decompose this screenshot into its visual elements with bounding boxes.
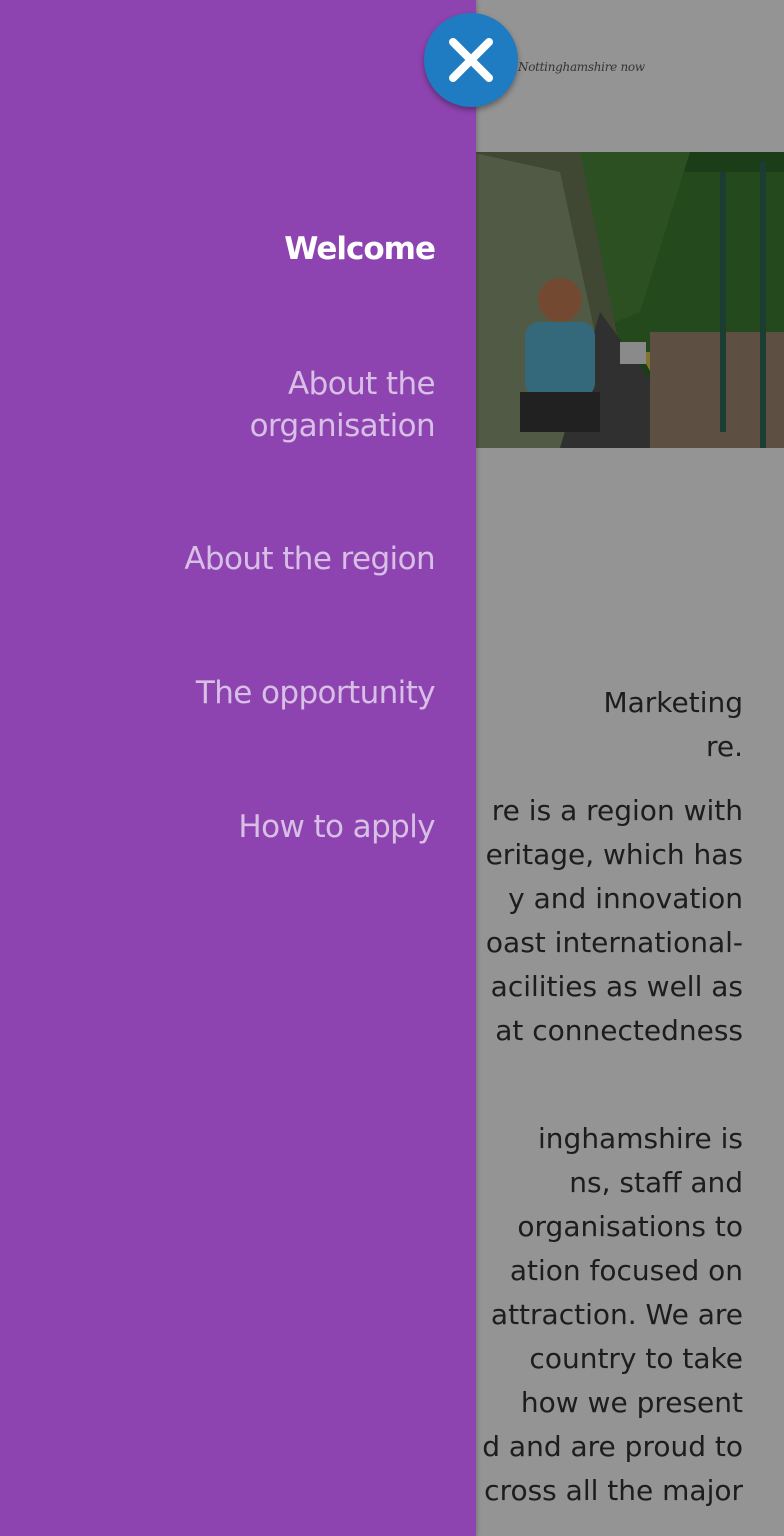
close-menu-button[interactable] (424, 13, 518, 107)
nav-item-opportunity[interactable]: The opportunity (35, 672, 436, 714)
nav-item-about-region[interactable]: About the region (35, 538, 435, 580)
nav-item-how-to-apply[interactable]: How to apply (35, 806, 435, 848)
side-menu: Welcome About the organisation About the… (0, 0, 476, 1536)
nav-item-about-organisation[interactable]: About the organisation (35, 363, 436, 447)
nav-item-welcome[interactable]: Welcome (35, 228, 436, 270)
close-icon (449, 38, 493, 82)
